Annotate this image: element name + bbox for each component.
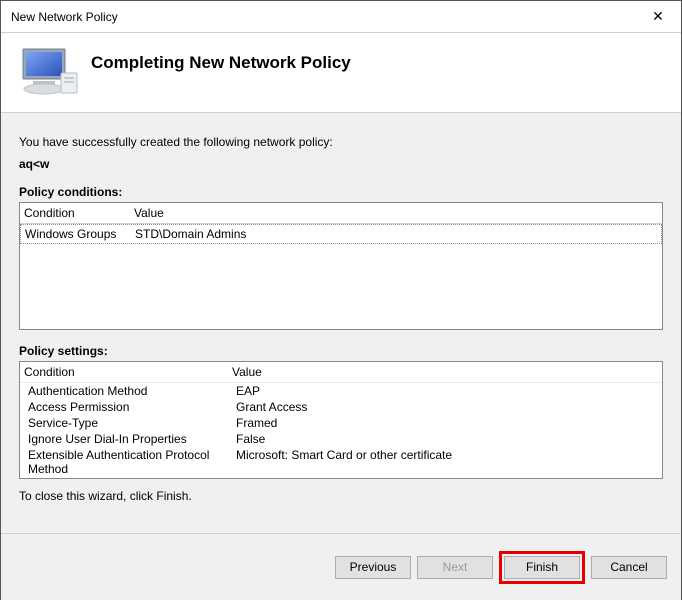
cancel-button[interactable]: Cancel	[591, 556, 667, 579]
condition-cell: Extensible Authentication Protocol Metho…	[28, 448, 236, 476]
intro-text: You have successfully created the follow…	[19, 135, 663, 149]
window-title: New Network Policy	[11, 10, 635, 24]
finish-button[interactable]: Finish	[504, 556, 580, 579]
table-row[interactable]: Access Permission Grant Access	[20, 399, 662, 415]
table-row[interactable]: Ignore User Dial-In Properties False	[20, 431, 662, 447]
settings-header-row: Condition Value	[20, 362, 662, 383]
condition-cell: Authentication Method	[28, 384, 236, 398]
settings-scroll[interactable]: Condition Value Authentication Method EA…	[20, 362, 662, 478]
monitor-icon	[21, 43, 91, 102]
value-cell: Microsoft: Smart Card or other certifica…	[236, 448, 654, 476]
wizard-header: Completing New Network Policy	[1, 33, 681, 113]
wizard-footer: Previous Next Finish Cancel	[1, 533, 681, 600]
table-row[interactable]: Tunnel-Type Virtual LANs (VLAN)	[20, 477, 662, 478]
conditions-table: Condition Value Windows Groups STD\Domai…	[19, 202, 663, 330]
wizard-content: You have successfully created the follow…	[1, 113, 681, 533]
next-button: Next	[417, 556, 493, 579]
close-button[interactable]: ✕	[635, 1, 681, 32]
conditions-header-condition: Condition	[24, 206, 134, 220]
table-row[interactable]: Authentication Method EAP	[20, 383, 662, 399]
value-cell: Framed	[236, 416, 654, 430]
condition-cell: Ignore User Dial-In Properties	[28, 432, 236, 446]
titlebar: New Network Policy ✕	[1, 1, 681, 33]
condition-cell: Service-Type	[28, 416, 236, 430]
condition-cell: Windows Groups	[25, 227, 135, 241]
settings-label: Policy settings:	[19, 344, 663, 358]
finish-highlight: Finish	[499, 551, 585, 584]
condition-cell: Access Permission	[28, 400, 236, 414]
table-row[interactable]: Extensible Authentication Protocol Metho…	[20, 447, 662, 477]
value-cell: Grant Access	[236, 400, 654, 414]
settings-header-value: Value	[232, 365, 658, 379]
value-cell: EAP	[236, 384, 654, 398]
conditions-header-value: Value	[134, 206, 658, 220]
settings-table: Condition Value Authentication Method EA…	[19, 361, 663, 479]
table-row[interactable]: Service-Type Framed	[20, 415, 662, 431]
value-cell: False	[236, 432, 654, 446]
wizard-heading: Completing New Network Policy	[91, 53, 351, 73]
conditions-header-row: Condition Value	[20, 203, 662, 224]
conditions-label: Policy conditions:	[19, 185, 663, 199]
close-icon: ✕	[652, 8, 664, 25]
policy-name: aq<w	[19, 157, 663, 171]
value-cell: STD\Domain Admins	[135, 227, 657, 241]
close-hint: To close this wizard, click Finish.	[19, 489, 663, 503]
settings-header-condition: Condition	[24, 365, 232, 379]
previous-button[interactable]: Previous	[335, 556, 411, 579]
table-row[interactable]: Windows Groups STD\Domain Admins	[20, 224, 662, 244]
